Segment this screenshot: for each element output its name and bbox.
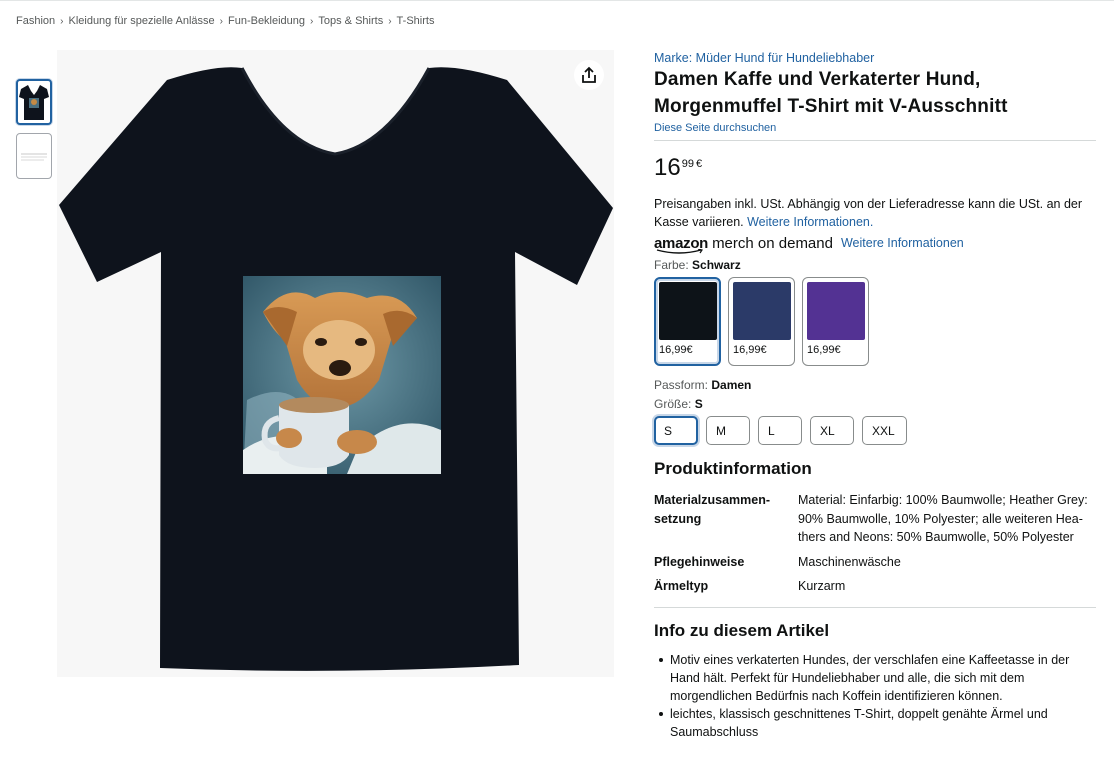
merch-on-demand: amazon merch on demand Weitere Informati… [654,232,1096,254]
product-title: Damen Kaffe und Verkaterter Hund, Morgen… [654,69,1008,117]
tax-more-info-link[interactable]: Weitere Informationen. [747,215,873,229]
info-value: Maschinenwäsche [798,554,901,569]
tshirt-image [59,67,613,671]
chevron-right-icon: › [388,15,392,27]
info-key: Materialzusammen-setzung [654,493,771,526]
info-value: Kurzarm [798,579,846,593]
size-option-l[interactable]: L [758,416,802,445]
color-swatch-navy[interactable]: 16,99€ [728,277,795,366]
amazon-logo: amazon [654,235,708,254]
size-chart-thumbnail-image [21,153,47,161]
divider [654,140,1096,141]
info-key: Ärmeltyp [654,579,709,593]
table-row: Pflegehinweise Maschinenwäsche [654,553,1096,572]
share-button[interactable] [574,60,604,90]
list-item: leichtes, klassisch geschnittenes T-Shir… [658,705,1096,741]
price-currency: € [695,158,703,170]
info-key: Pflegehinweise [654,554,745,569]
tax-info: Preisangaben inkl. USt. Abhängig von der… [654,195,1096,231]
top-border [0,0,1114,3]
list-item: Motiv eines verkaterten Hundes, der vers… [658,651,1096,705]
breadcrumb-item[interactable]: Tops & Shirts [318,15,383,27]
about-bullets: Motiv eines verkaterten Hundes, der vers… [654,651,1096,741]
selected-size: S [694,397,703,411]
divider [654,606,1096,608]
chevron-right-icon: › [60,15,64,27]
size-option-s[interactable]: S [654,416,698,445]
size-options: S M L XL XXL [654,416,1096,445]
about-heading: Info zu diesem Artikel [654,620,830,640]
swatch-price: 16,99€ [659,344,693,356]
merch-more-info-link[interactable]: Weitere Informationen [841,236,964,250]
size-option-xxl[interactable]: XXL [862,416,907,445]
selected-color: Schwarz [692,258,741,272]
fit-label: Passform: Damen [654,378,752,392]
size-option-xl[interactable]: XL [810,416,854,445]
chevron-right-icon: › [310,15,314,27]
product-details: Marke: Müder Hund für Hundeliebhaber Dam… [654,50,1096,741]
price-fraction: 99 [681,158,694,170]
color-chip [659,282,717,340]
swatch-price: 16,99€ [733,344,767,356]
thumbnail-size-chart[interactable] [16,133,52,179]
main-product-image[interactable] [57,50,614,677]
table-row: Ärmeltyp Kurzarm [654,577,1096,596]
thumbnail-shirt[interactable] [16,79,52,125]
shirt-thumbnail-image [19,85,49,120]
info-value: Material: Einfarbig: 100% Baumwolle; Hea… [798,493,1088,544]
color-swatch-schwarz[interactable]: 16,99€ [654,277,721,366]
color-chip [733,282,791,340]
color-swatch-purple[interactable]: 16,99€ [802,277,869,366]
share-icon [582,66,596,83]
color-chip [807,282,865,340]
chevron-right-icon: › [219,15,223,27]
merch-on-demand-text: merch on demand [712,234,833,252]
store-search-link[interactable]: Diese Seite durchsuchen [654,122,1096,134]
thumbnail-list [16,79,52,187]
breadcrumb-item[interactable]: T-Shirts [397,15,435,27]
price: 16 99 € [654,155,1096,181]
swatch-price: 16,99€ [807,344,841,356]
breadcrumb: Fashion › Kleidung für spezielle Anlässe… [16,15,434,27]
price-whole: 16 [654,154,681,181]
table-row: Materialzusammen-setzung Material: Einfa… [654,491,1096,547]
color-label: Farbe: Schwarz [654,258,741,272]
color-swatches: 16,99€ 16,99€ 16,99€ [654,277,1096,366]
product-info-heading: Produktinformation [654,459,812,478]
product-info-table: Materialzusammen-setzung Material: Einfa… [654,491,1096,596]
breadcrumb-item[interactable]: Fashion [16,15,55,27]
fit-value: Damen [711,378,752,392]
size-label: Größe: S [654,397,703,411]
size-option-m[interactable]: M [706,416,750,445]
breadcrumb-item[interactable]: Fun-Bekleidung [228,15,305,27]
brand-link[interactable]: Marke: Müder Hund für Hundeliebhaber [654,51,1096,65]
amazon-smile-icon [656,248,703,254]
breadcrumb-item[interactable]: Kleidung für spezielle Anlässe [68,15,214,27]
